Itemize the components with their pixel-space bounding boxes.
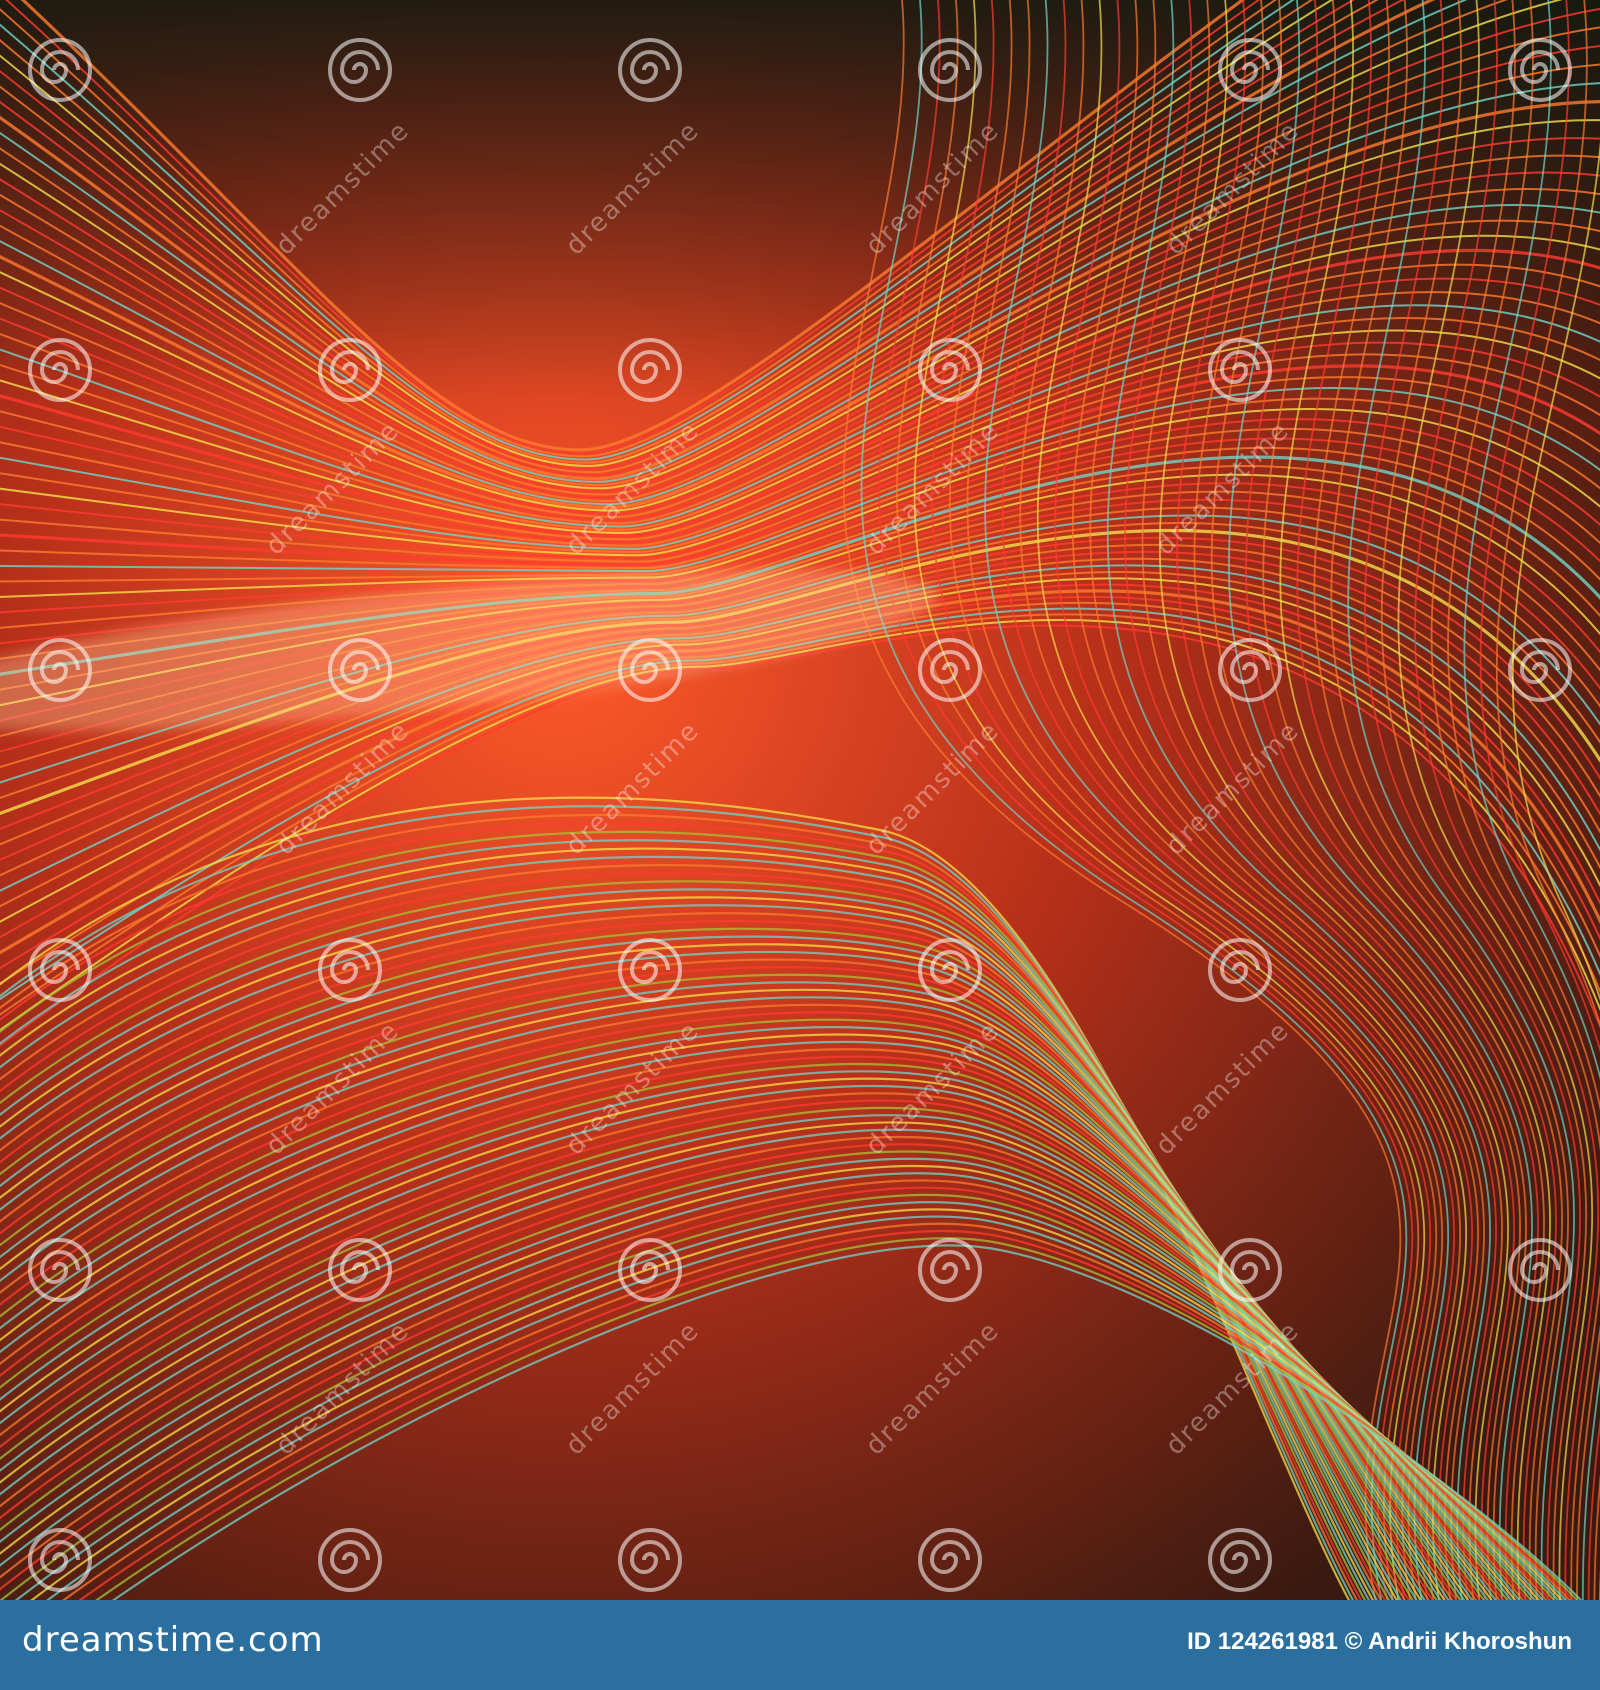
image-credit: ID 124261981 © Andrii Khoroshun <box>1187 1628 1572 1656</box>
abstract-wave-artwork <box>0 0 1600 1600</box>
image-id: ID 124261981 <box>1187 1628 1338 1655</box>
copyright-author: © Andrii Khoroshun <box>1344 1628 1572 1655</box>
logo-text: dreamstime.com <box>22 1620 324 1660</box>
footer-bar: dreamstime.com ID 124261981 © Andrii Kho… <box>0 1600 1600 1690</box>
dreamstime-logo[interactable]: dreamstime.com <box>22 1620 324 1660</box>
